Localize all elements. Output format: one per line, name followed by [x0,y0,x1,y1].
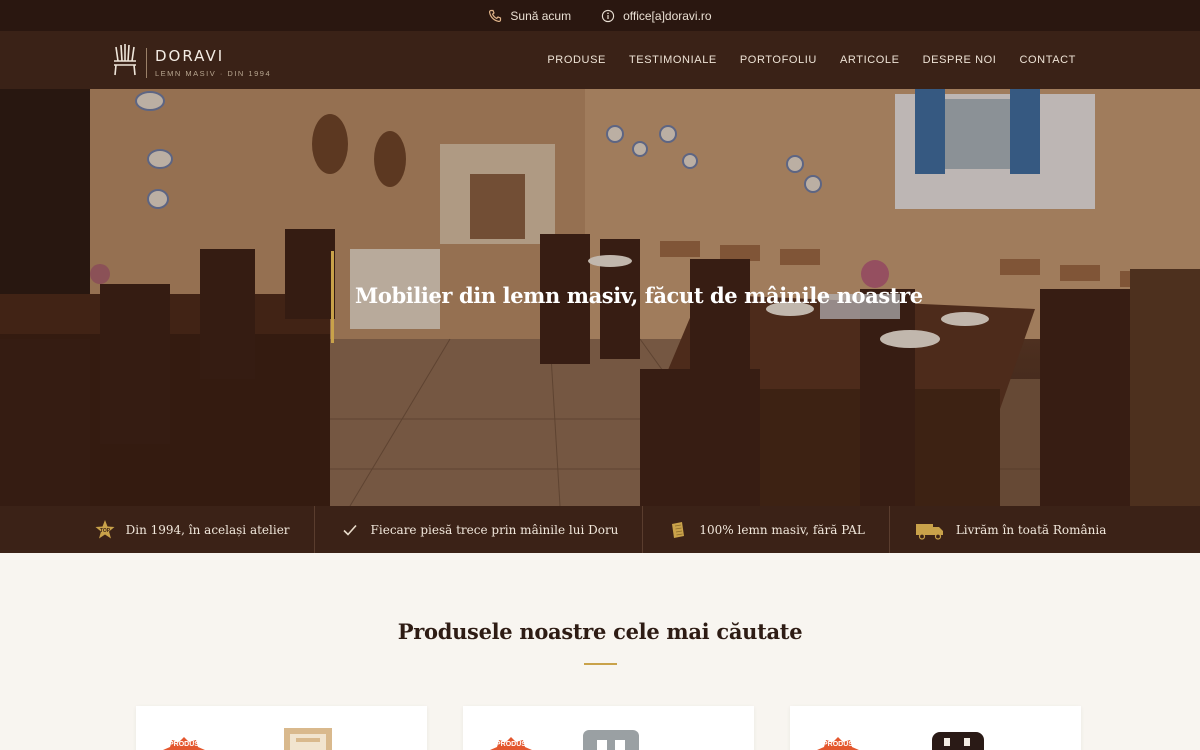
brand-logo[interactable]: DORAVI LEMN MASIV · DIN 1994 [112,43,271,82]
feature-label: Livrăm în toată România [955,522,1107,537]
main-nav: PRODUSE TESTIMONIALE PORTOFOLIU ARTICOLE… [547,31,1076,89]
phone-icon [488,9,502,23]
nav-contact[interactable]: CONTACT [1019,54,1076,66]
hero-accent-bar [331,251,334,343]
feature-label: Fiecare piesă trece prin mâinile lui Dor… [370,522,619,537]
product-badge-label: PRODUS [169,741,199,748]
section-divider [584,663,617,665]
feature-item: 100% lemn masiv, fără PAL [643,506,890,553]
brand-tagline: LEMN MASIV · DIN 1994 [155,69,272,78]
svg-text:TOP: TOP [100,528,111,534]
hero-title: Mobilier din lemn masiv, făcut de mâinil… [355,283,923,308]
popular-products-section: Produsele noastre cele mai căutate PRODU… [0,553,1200,750]
feature-item: Fiecare piesă trece prin mâinile lui Dor… [315,506,644,553]
section-title: Produsele noastre cele mai căutate [397,619,803,644]
nav-produse[interactable]: PRODUSE [547,54,606,66]
product-card[interactable]: PRODUS [136,706,427,750]
product-badge-label: PRODUS [496,741,526,748]
call-now-label: Sună acum [510,8,572,23]
product-card[interactable]: PRODUS [790,706,1081,750]
feature-item: Livrăm în toată România [890,506,1131,553]
top-badge-icon: TOP [94,519,116,541]
info-icon [601,9,615,23]
email-label: office[a]doravi.ro [623,8,712,23]
nav-testimoniale[interactable]: TESTIMONIALE [629,54,717,66]
main-header: DORAVI LEMN MASIV · DIN 1994 PRODUSE TES… [0,31,1200,89]
nav-articole[interactable]: ARTICOLE [840,54,900,66]
chair-logo-icon [112,43,138,82]
logo-divider [146,47,147,78]
nav-portofoliu[interactable]: PORTOFOLIU [740,54,817,66]
grey-chair-icon [583,730,639,750]
feature-item: TOP Din 1994, în același atelier [70,506,315,553]
call-now-link[interactable]: Sună acum [488,9,571,23]
feature-label: Din 1994, în același atelier [125,522,290,537]
wooden-chair-icon [284,728,332,750]
dark-chair-icon [932,732,984,750]
brand-name: DORAVI [155,47,225,65]
email-link[interactable]: office[a]doravi.ro [601,9,712,23]
wood-plank-icon [667,519,689,541]
nav-despre-noi[interactable]: DESPRE NOI [923,54,997,66]
features-strip: TOP Din 1994, în același atelier Fiecare… [0,506,1200,553]
product-badge-label: PRODUS [823,741,853,748]
check-icon [339,519,361,541]
product-card[interactable]: PRODUS [463,706,754,750]
feature-label: 100% lemn masiv, fără PAL [699,522,865,537]
delivery-truck-icon [914,519,946,541]
hero-banner: Mobilier din lemn masiv, făcut de mâinil… [0,89,1200,506]
top-contact-bar: Sună acum office[a]doravi.ro [0,0,1200,31]
